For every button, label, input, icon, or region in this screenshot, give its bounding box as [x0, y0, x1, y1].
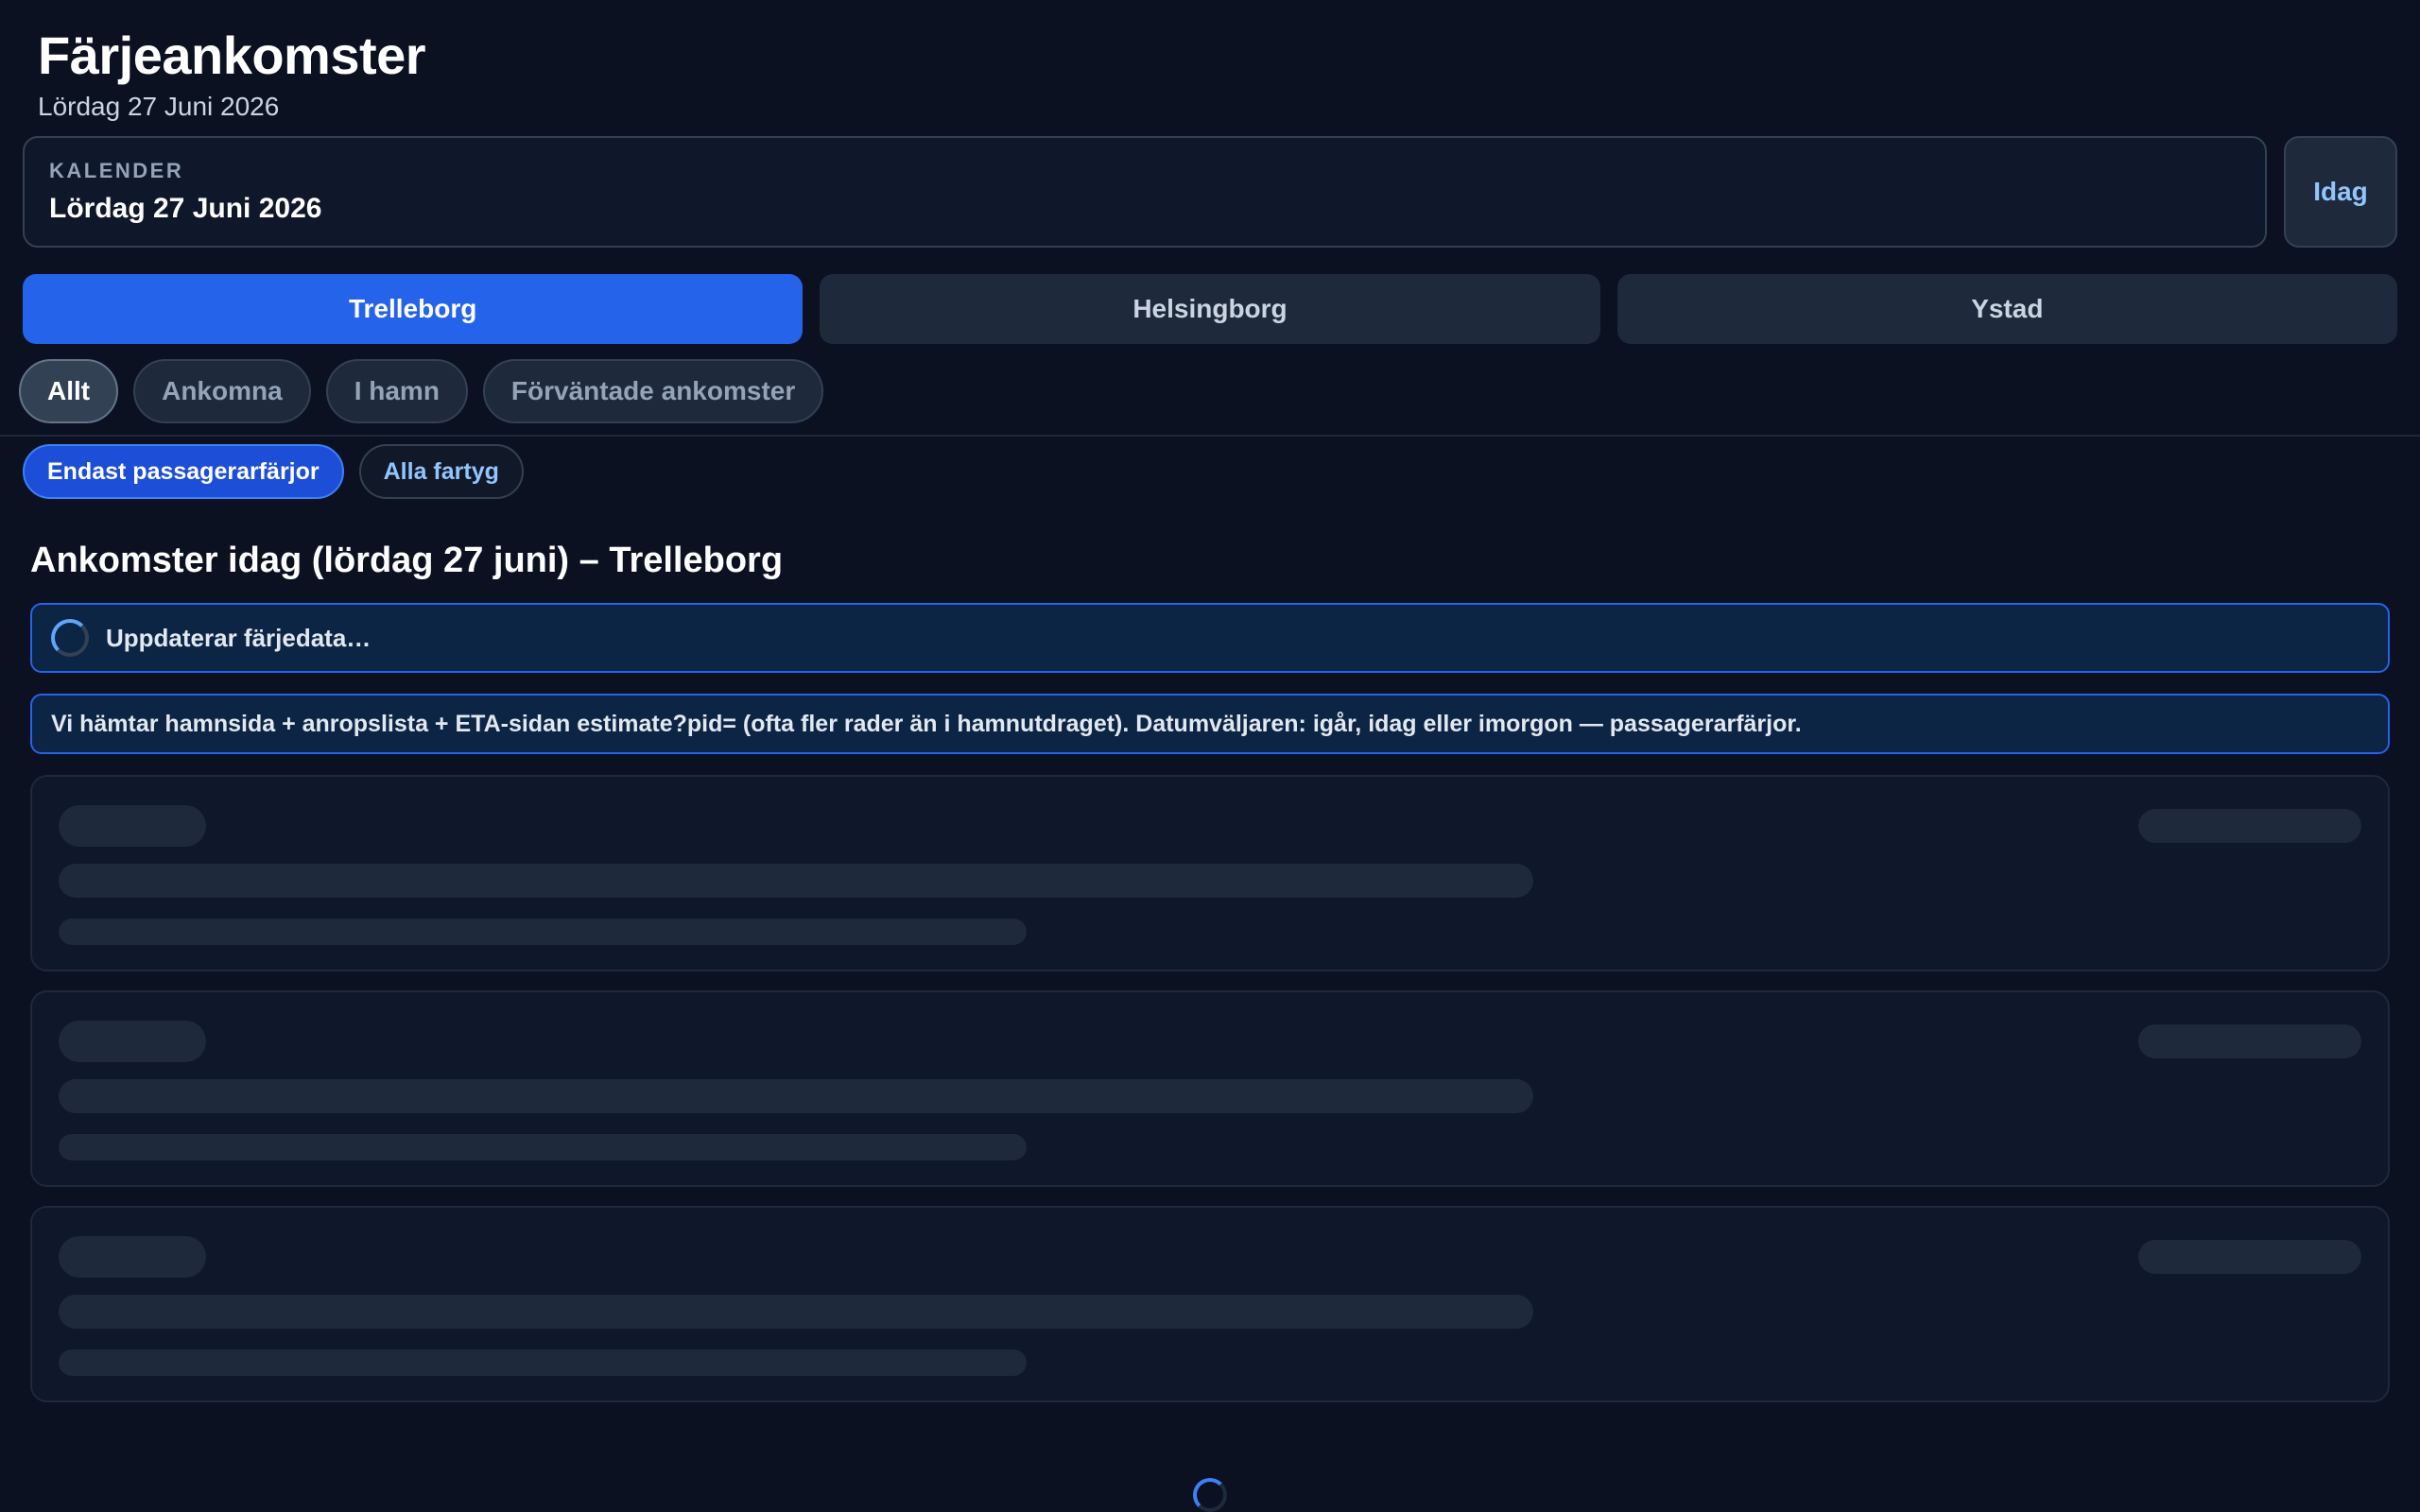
- calendar-picker[interactable]: KALENDER Lördag 27 Juni 2026: [23, 136, 2267, 248]
- calendar-label: KALENDER: [49, 159, 184, 182]
- skeleton-line: [59, 1079, 1533, 1113]
- filter-passenger-ferries[interactable]: Endast passagerarfärjor: [23, 444, 344, 499]
- vessel-filters: Endast passagerarfärjor Alla fartyg: [23, 444, 524, 499]
- calendar-value: Lördag 27 Juni 2026: [49, 193, 322, 224]
- skeleton-badge: [2138, 809, 2361, 843]
- tab-trelleborg[interactable]: Trelleborg: [23, 274, 804, 344]
- filter-allt[interactable]: Allt: [19, 359, 119, 423]
- page-subtitle: Lördag 27 Juni 2026: [38, 92, 280, 121]
- info-text: Vi hämtar hamnsida + anropslista + ETA-s…: [51, 710, 1802, 737]
- loading-status: Uppdaterar färjedata…: [30, 603, 2390, 673]
- date-row: KALENDER Lördag 27 Juni 2026 Idag: [23, 136, 2397, 248]
- skeleton-card: [30, 775, 2390, 971]
- status-text: Uppdaterar färjedata…: [106, 623, 372, 652]
- tab-ystad[interactable]: Ystad: [1616, 274, 2397, 344]
- tab-helsingborg[interactable]: Helsingborg: [820, 274, 1600, 344]
- skeleton-line: [59, 1134, 1027, 1160]
- port-tabs: Trelleborg Helsingborg Ystad: [23, 274, 2397, 344]
- loading-spinner-icon: [51, 619, 89, 657]
- page: Färjeankomster Lördag 27 Juni 2026 KALEN…: [0, 0, 2420, 1512]
- header: Färjeankomster Lördag 27 Juni 2026: [38, 23, 426, 123]
- status-filters: Allt Ankomna I hamn Förväntade ankomster: [19, 359, 824, 423]
- section-title: Ankomster idag (lördag 27 juni) – Trelle…: [30, 541, 784, 580]
- skeleton-line: [59, 1295, 1533, 1329]
- today-button[interactable]: Idag: [2284, 136, 2397, 248]
- skeleton-pill: [59, 1021, 206, 1062]
- skeleton-line: [59, 1349, 1027, 1376]
- filter-all-vessels[interactable]: Alla fartyg: [358, 444, 524, 499]
- skeleton-card: [30, 1206, 2390, 1402]
- skeleton-line: [59, 919, 1027, 945]
- filter-ankomna[interactable]: Ankomna: [133, 359, 311, 423]
- skeleton-badge: [2138, 1240, 2361, 1274]
- filter-i-hamn[interactable]: I hamn: [325, 359, 468, 423]
- skeleton-pill: [59, 1236, 206, 1278]
- skeleton-card: [30, 990, 2390, 1187]
- info-notice: Vi hämtar hamnsida + anropslista + ETA-s…: [30, 694, 2390, 754]
- skeleton-pill: [59, 805, 206, 847]
- filter-forvantade-ankomster[interactable]: Förväntade ankomster: [482, 359, 824, 423]
- skeleton-badge: [2138, 1024, 2361, 1058]
- page-title: Färjeankomster: [38, 26, 426, 85]
- bottom-loading-spinner-icon: [1193, 1478, 1227, 1512]
- divider: [0, 435, 2420, 437]
- skeleton-line: [59, 864, 1533, 898]
